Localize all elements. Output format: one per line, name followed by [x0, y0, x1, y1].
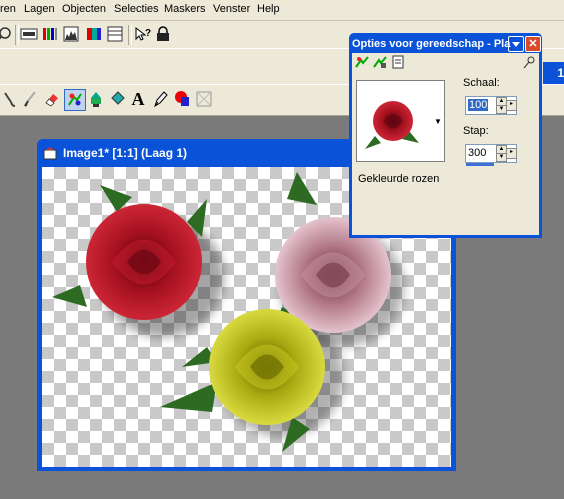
- menu-masks[interactable]: Maskers: [164, 3, 206, 15]
- preset-name: Gekleurde rozen: [358, 173, 440, 185]
- tool-options-body: ▼ Schaal: 100 ▲ ▼ ▸ Stap: 300 ▲ ▼ ▸ Gekl…: [352, 53, 539, 235]
- pin-icon[interactable]: [522, 54, 538, 70]
- lock-icon[interactable]: [153, 24, 173, 44]
- menu-file-edit[interactable]: ren: [0, 3, 16, 15]
- scale-spin-buttons: ▲ ▼ ▸: [496, 97, 517, 114]
- pen-icon[interactable]: [150, 89, 170, 109]
- palette-menu-button[interactable]: [508, 36, 524, 52]
- shape-icon[interactable]: [172, 89, 192, 109]
- tube-preview[interactable]: [356, 80, 433, 162]
- image-window-title: Image1* [1:1] (Laag 1): [63, 146, 188, 160]
- picture-tube-icon[interactable]: [354, 54, 370, 70]
- step-label: Stap:: [463, 125, 489, 137]
- clone-brush-icon[interactable]: [0, 89, 20, 109]
- scale-spinner[interactable]: 100 ▲ ▼ ▸: [465, 96, 517, 115]
- step-spinner[interactable]: 300 ▲ ▼ ▸: [465, 144, 517, 166]
- channels-bars-icon[interactable]: [40, 24, 60, 44]
- scale-value[interactable]: 100: [468, 99, 489, 111]
- help-context-icon[interactable]: ?: [133, 24, 153, 44]
- screen-icon[interactable]: [19, 24, 39, 44]
- background-window-title: 1: [557, 66, 564, 80]
- step-popout-button[interactable]: ▸: [506, 148, 517, 159]
- text-icon[interactable]: A: [128, 89, 148, 109]
- toolbar-separator: [128, 25, 132, 45]
- menu-bar: ren Lagen Objecten Selecties Maskers Ven…: [0, 0, 564, 21]
- menu-objects[interactable]: Objecten: [62, 3, 106, 15]
- image-window-icon[interactable]: [43, 146, 57, 160]
- menu-help[interactable]: Help: [257, 3, 280, 15]
- tube-options-icon[interactable]: [372, 54, 388, 70]
- tube-dropdown-button[interactable]: ▼: [432, 80, 445, 162]
- fill-icon[interactable]: [108, 89, 128, 109]
- histogram-icon[interactable]: [61, 24, 81, 44]
- step-value[interactable]: 300: [468, 147, 486, 159]
- close-icon[interactable]: ✕: [525, 36, 541, 52]
- deformation-icon[interactable]: [194, 89, 214, 109]
- eraser-icon[interactable]: [42, 89, 62, 109]
- stamp-icon[interactable]: [86, 89, 106, 109]
- menu-layers[interactable]: Lagen: [24, 3, 55, 15]
- scale-popout-button[interactable]: ▸: [506, 100, 517, 111]
- tool-options-palette[interactable]: Opties voor gereedschap - Pla ✕ ▼ Schaal…: [349, 33, 542, 238]
- picture-tube-icon[interactable]: [64, 89, 86, 111]
- scale-label: Schaal:: [463, 77, 500, 89]
- layers-icon[interactable]: [84, 24, 104, 44]
- presets-icon[interactable]: [390, 54, 406, 70]
- menu-window[interactable]: Venster: [213, 3, 250, 15]
- grid-icon[interactable]: [105, 24, 125, 44]
- step-slider-track[interactable]: [466, 163, 494, 166]
- zoom-icon[interactable]: [0, 24, 14, 44]
- rose-thumbnail: [365, 101, 419, 149]
- paint-brush-icon[interactable]: [20, 89, 40, 109]
- step-spin-buttons: ▲ ▼ ▸: [496, 145, 517, 162]
- tool-options-title[interactable]: Opties voor gereedschap - Pla: [352, 35, 512, 53]
- svg-text:?: ?: [145, 28, 151, 39]
- background-window-titlebar[interactable]: 1: [543, 62, 564, 84]
- menu-selections[interactable]: Selecties: [114, 3, 159, 15]
